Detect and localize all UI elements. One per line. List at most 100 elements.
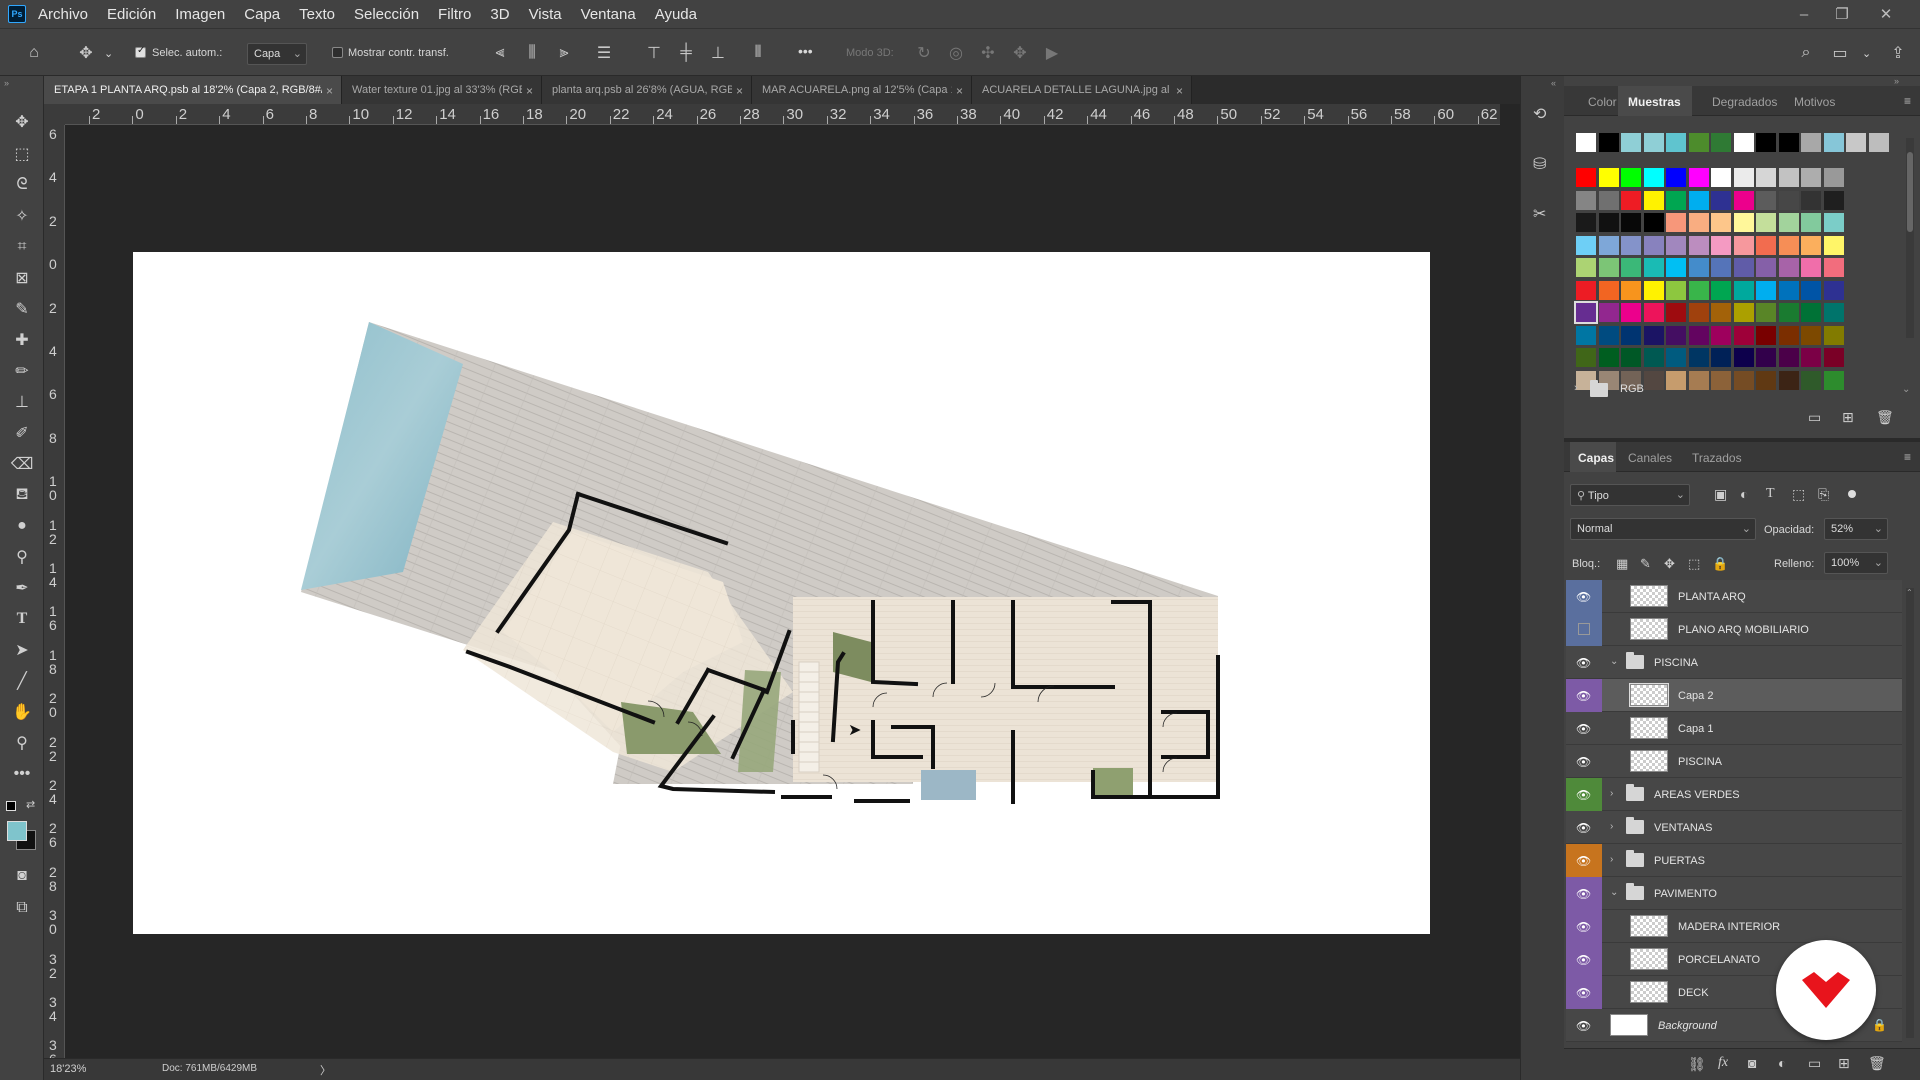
blur-tool-icon[interactable]: ● [10, 514, 34, 538]
color-tab-1[interactable]: Muestras [1628, 95, 1681, 109]
horizontal-ruler[interactable]: 2 0 2 4 6 8 10 12 14 16 18 20 22 24 26 28 30 32 34 36 38 40 42… [65, 104, 1500, 125]
collapse-right-panels-icon[interactable]: » [1894, 76, 1899, 86]
recent-swatch[interactable] [1823, 133, 1844, 152]
color-swatch[interactable] [1688, 280, 1709, 300]
swap-colors-icon[interactable]: ⇄ [26, 798, 35, 811]
magic-wand-tool-icon[interactable]: ✧ [10, 204, 34, 228]
color-swatch[interactable] [1711, 325, 1731, 345]
color-swatch[interactable] [1733, 325, 1754, 345]
layer-visibility-toggle[interactable]: 👁 [1566, 877, 1602, 910]
layer-style-icon[interactable]: fx [1718, 1055, 1728, 1071]
color-swatch[interactable] [1666, 190, 1686, 210]
document-tab[interactable]: planta arq.psb al 26'8% (AGUA, RGB/... × [542, 76, 752, 104]
menu-7[interactable]: 3D [490, 6, 509, 23]
color-swatch[interactable] [1711, 168, 1731, 187]
recent-swatch[interactable] [1598, 133, 1619, 152]
eye-icon[interactable]: 👁 [1576, 755, 1591, 769]
menu-3[interactable]: Capa [244, 6, 280, 23]
color-swatch[interactable] [1643, 325, 1664, 345]
color-swatch[interactable] [1823, 280, 1844, 300]
color-swatch[interactable] [1778, 258, 1799, 277]
color-swatch[interactable] [1621, 325, 1641, 345]
pen-tool-icon[interactable]: ✒ [10, 576, 34, 600]
color-swatch[interactable] [1666, 258, 1686, 277]
align-bottom-icon[interactable]: ⊥ [706, 41, 730, 65]
color-tab-3[interactable]: Motivos [1794, 95, 1835, 109]
color-swatch[interactable] [1643, 235, 1664, 255]
hand-tool-icon[interactable]: ✋ [10, 700, 34, 724]
menu-6[interactable]: Filtro [438, 6, 471, 23]
layer-visibility-toggle[interactable]: 👁 [1566, 943, 1602, 976]
color-swatch[interactable] [1778, 280, 1799, 300]
lasso-tool-icon[interactable]: ᘓ [10, 173, 34, 197]
color-swatch[interactable] [1688, 258, 1709, 277]
swatch-group-name[interactable]: RGB [1620, 383, 1644, 395]
edit-toolbar-icon[interactable]: ••• [10, 762, 34, 786]
color-swatch[interactable] [1598, 348, 1619, 367]
eye-icon[interactable]: 👁 [1576, 953, 1591, 967]
document-tab[interactable]: ETAPA 1 PLANTA ARQ.psb al 18'2% (Capa 2,… [44, 76, 342, 104]
healing-brush-tool-icon[interactable]: ✚ [10, 328, 34, 352]
color-swatch[interactable] [1756, 168, 1776, 187]
layer-row[interactable]: 👁 MADERA INTERIOR [1566, 910, 1902, 943]
color-swatch[interactable] [1666, 235, 1686, 255]
photoshop-logo-icon[interactable]: Ps [8, 5, 26, 23]
show-transform-checkbox[interactable] [332, 47, 343, 58]
eyedropper-tool-icon[interactable]: ✎ [10, 297, 34, 321]
recent-swatch[interactable] [1733, 133, 1754, 152]
chevron-right-icon[interactable]: › [1610, 788, 1613, 799]
eye-icon[interactable]: 👁 [1576, 821, 1591, 835]
brush-tool-icon[interactable]: ✏ [10, 359, 34, 383]
color-swatch[interactable] [1643, 280, 1664, 300]
distribute-icon[interactable]: ☰ [592, 41, 616, 65]
filter-shape-icon[interactable]: ⬚ [1792, 486, 1805, 503]
layers-tab-2[interactable]: Trazados [1692, 451, 1742, 465]
color-swatch[interactable] [1756, 258, 1776, 277]
layers-panel-menu-icon[interactable]: ≡ [1904, 450, 1911, 464]
layer-row[interactable]: 👁 PLANTA ARQ [1566, 580, 1902, 613]
menu-10[interactable]: Ayuda [655, 6, 697, 23]
color-swatch[interactable] [1711, 348, 1731, 367]
layer-row[interactable]: 👁 Capa 2 [1566, 679, 1902, 712]
color-swatch[interactable] [1643, 168, 1664, 187]
fill-input[interactable]: 100% ⌄ [1824, 552, 1888, 574]
color-swatch[interactable] [1778, 325, 1799, 345]
recent-swatch[interactable] [1643, 133, 1664, 152]
properties-panel-icon[interactable]: ✂ [1533, 204, 1546, 224]
zoom-level[interactable]: 18'23% [50, 1063, 86, 1075]
layer-visibility-toggle[interactable]: 👁 [1566, 910, 1602, 943]
color-swatch[interactable] [1688, 168, 1709, 187]
color-swatch[interactable] [1574, 301, 1598, 324]
menu-1[interactable]: Edición [107, 6, 156, 23]
new-swatch-icon[interactable]: ⊞ [1842, 409, 1854, 426]
color-swatch[interactable] [1801, 235, 1821, 255]
search-icon[interactable]: ⌕ [1794, 41, 1818, 65]
document-tab[interactable]: ACUARELA DETALLE LAGUNA.jpg al 16'7... × [972, 76, 1192, 104]
screen-mode-icon[interactable]: ⧉ [10, 896, 34, 920]
align-left-icon[interactable]: ⫷ [488, 41, 512, 65]
color-swatch[interactable] [1778, 213, 1799, 232]
color-swatch[interactable] [1778, 370, 1799, 390]
color-swatch[interactable] [1643, 348, 1664, 367]
recent-swatch[interactable] [1868, 133, 1889, 152]
lock-transparent-icon[interactable]: ▦ [1616, 556, 1628, 572]
minimize-button[interactable]: – [1784, 0, 1824, 28]
color-swatch[interactable] [1711, 370, 1731, 390]
eye-icon[interactable]: 👁 [1576, 689, 1591, 703]
color-swatch[interactable] [1801, 303, 1821, 322]
color-tab-0[interactable]: Color [1588, 95, 1617, 109]
color-swatch[interactable] [1576, 280, 1596, 300]
color-swatch[interactable] [1598, 280, 1619, 300]
default-colors-icon[interactable] [6, 801, 16, 811]
color-swatch[interactable] [1801, 258, 1821, 277]
color-swatch[interactable] [1733, 190, 1754, 210]
layer-visibility-toggle[interactable]: 👁 [1566, 778, 1602, 811]
opacity-input[interactable]: 52% ⌄ [1824, 518, 1888, 540]
ruler-origin[interactable] [44, 104, 65, 125]
color-swatch[interactable] [1643, 258, 1664, 277]
chevron-right-icon[interactable]: › [1610, 821, 1613, 832]
color-swatch[interactable] [1666, 325, 1686, 345]
more-options-button[interactable]: ••• [798, 43, 813, 59]
layer-visibility-toggle[interactable]: 👁 [1566, 679, 1602, 712]
swatch-scrollbar[interactable] [1906, 138, 1914, 338]
